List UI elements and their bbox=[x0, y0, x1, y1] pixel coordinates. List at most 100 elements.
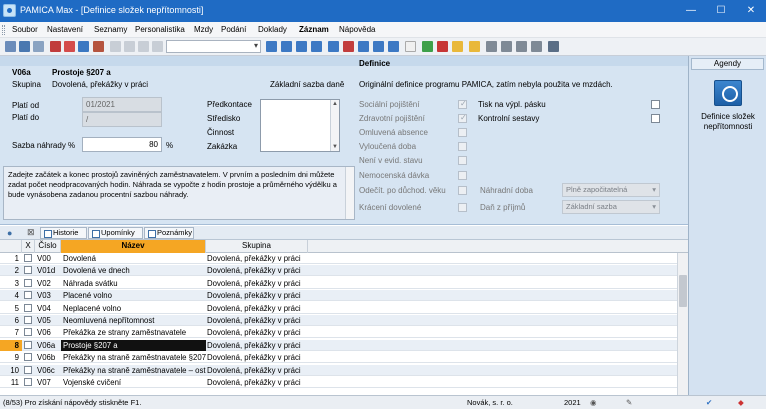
filter-clear-icon[interactable]: ⊠ bbox=[27, 227, 35, 238]
flag-checkbox[interactable] bbox=[458, 142, 467, 151]
pin-icon[interactable]: ● bbox=[7, 228, 12, 238]
control-checkbox[interactable] bbox=[651, 114, 660, 123]
menu-doklady[interactable]: Doklady bbox=[258, 25, 287, 34]
row-checkbox[interactable] bbox=[24, 254, 32, 262]
menu-soubor[interactable]: Soubor bbox=[12, 25, 38, 34]
window-icon[interactable] bbox=[486, 41, 497, 52]
row-checkbox[interactable] bbox=[24, 278, 32, 287]
table-row[interactable]: 2 V01d Dovolená ve dnech Dovolená, překážky… bbox=[0, 265, 677, 277]
alert-icon[interactable]: ◆ bbox=[738, 398, 744, 407]
agendy-header[interactable]: Agendy bbox=[691, 58, 764, 70]
ok-icon[interactable]: ✔ bbox=[706, 398, 712, 407]
menu-napoveda[interactable]: Nápověda bbox=[339, 25, 375, 34]
flag-checkbox[interactable] bbox=[458, 186, 467, 195]
paste-icon[interactable] bbox=[152, 41, 163, 52]
row-checkbox[interactable] bbox=[24, 365, 32, 374]
row-checkbox[interactable] bbox=[24, 266, 32, 275]
scroll-down-icon[interactable]: ▼ bbox=[332, 144, 338, 150]
row-checkbox[interactable] bbox=[24, 291, 32, 300]
table-row[interactable]: 9 V06b Překážky na straně zaměstnavatele §… bbox=[0, 352, 677, 364]
globe-icon[interactable]: ◉ bbox=[590, 398, 597, 407]
menu-nastaveni[interactable]: Nastavení bbox=[47, 25, 83, 34]
table-row[interactable]: 7 V06 Překážka ze strany zaměstnavatele Dov… bbox=[0, 327, 677, 339]
menu-seznamy[interactable]: Seznamy bbox=[94, 25, 127, 34]
next-record-icon[interactable] bbox=[296, 41, 307, 52]
first-record-icon[interactable] bbox=[266, 41, 277, 52]
col-code[interactable]: Číslo bbox=[35, 240, 61, 253]
save-as-icon[interactable] bbox=[124, 41, 135, 52]
menu-podani[interactable]: Podání bbox=[221, 25, 246, 34]
table-row[interactable]: 6 V05 Neomluvená nepřítomnost Dovolená, pře… bbox=[0, 315, 677, 326]
flag-checkbox[interactable] bbox=[458, 203, 467, 212]
pen-icon[interactable]: ✎ bbox=[626, 398, 632, 407]
flag-checkbox[interactable] bbox=[458, 156, 467, 165]
col-group[interactable]: Skupina bbox=[206, 240, 308, 253]
row-checkbox[interactable] bbox=[24, 353, 32, 362]
menu-zaznam[interactable]: Záznam bbox=[299, 25, 329, 34]
minimize-button[interactable]: — bbox=[676, 0, 706, 22]
dan-select[interactable]: Základní sazba bbox=[562, 200, 660, 214]
cancel-icon[interactable] bbox=[388, 41, 399, 52]
delete-icon[interactable] bbox=[93, 41, 104, 52]
print-icon[interactable] bbox=[78, 41, 89, 52]
table-scrollbar[interactable] bbox=[677, 253, 688, 395]
flag-checkbox[interactable] bbox=[458, 113, 467, 123]
col-x[interactable]: X bbox=[22, 240, 35, 253]
nahradni-doba-select[interactable]: Plně započitatelná bbox=[562, 183, 660, 197]
note-scrollbar[interactable] bbox=[345, 167, 354, 219]
link-icon[interactable] bbox=[19, 41, 30, 52]
columns-icon[interactable] bbox=[531, 41, 542, 52]
last-record-icon[interactable] bbox=[311, 41, 322, 52]
edit-record-icon[interactable] bbox=[358, 41, 369, 52]
menu-mzdy[interactable]: Mzdy bbox=[194, 25, 213, 34]
tab-poznamky[interactable]: Poznámky bbox=[144, 227, 194, 239]
flag-checkbox[interactable] bbox=[458, 171, 467, 180]
grid-icon[interactable] bbox=[5, 41, 16, 52]
agendy-item-label[interactable]: Definice složek nepřítomnosti bbox=[691, 112, 765, 132]
sazba-field[interactable]: 80 bbox=[82, 137, 162, 152]
new-record-icon[interactable] bbox=[328, 41, 339, 52]
accounting-listbox[interactable]: ▲ ▼ bbox=[260, 99, 340, 152]
delete-record-icon[interactable] bbox=[343, 41, 354, 52]
prev-record-icon[interactable] bbox=[281, 41, 292, 52]
table-row[interactable]: 1 V00 Dovolená Dovolená, překážky v práci bbox=[0, 253, 677, 264]
table-row[interactable]: 3 V02 Náhrada svátku Dovolená, překážky v p… bbox=[0, 278, 677, 289]
print-checkbox[interactable] bbox=[651, 100, 660, 109]
row-checkbox[interactable] bbox=[24, 303, 32, 312]
menu-personalistika[interactable]: Personalistika bbox=[135, 25, 185, 34]
close-button[interactable]: ✕ bbox=[736, 0, 766, 22]
table-row[interactable]: 8 V06a Prostoje §207 a Dovolená, překážky v… bbox=[0, 339, 677, 351]
folder-open-icon[interactable] bbox=[469, 41, 480, 52]
report-icon[interactable] bbox=[64, 41, 75, 52]
tab-upominky[interactable]: Upomínky bbox=[88, 227, 143, 239]
row-checkbox[interactable] bbox=[24, 378, 32, 386]
valid-to-field[interactable]: / bbox=[82, 112, 162, 127]
flag-checkbox[interactable] bbox=[458, 99, 467, 109]
maximize-button[interactable]: ☐ bbox=[706, 0, 736, 22]
table-row[interactable]: 4 V03 Placené volno Dovolená, překážky v pr… bbox=[0, 290, 677, 302]
accept-icon[interactable] bbox=[373, 41, 384, 52]
layout-icon[interactable] bbox=[516, 41, 527, 52]
row-checkbox[interactable] bbox=[24, 328, 32, 337]
toolbar-combo[interactable] bbox=[166, 40, 261, 53]
absence-definition-icon[interactable] bbox=[714, 80, 742, 106]
save-icon[interactable] bbox=[110, 41, 121, 52]
view-icon[interactable] bbox=[501, 41, 512, 52]
flag-checkbox[interactable] bbox=[458, 128, 467, 137]
scroll-up-icon[interactable]: ▲ bbox=[332, 101, 338, 107]
settings-icon[interactable] bbox=[548, 41, 559, 52]
valid-from-field[interactable]: 01/2021 bbox=[82, 97, 162, 112]
scrollbar-thumb[interactable] bbox=[679, 275, 687, 307]
col-name[interactable]: Název bbox=[61, 240, 206, 253]
copy-icon[interactable] bbox=[138, 41, 149, 52]
pdf-icon[interactable] bbox=[50, 41, 61, 52]
calculator-icon[interactable] bbox=[405, 41, 416, 52]
tab-historie[interactable]: Historie bbox=[40, 227, 87, 239]
row-checkbox[interactable] bbox=[24, 316, 32, 324]
row-checkbox[interactable] bbox=[24, 340, 32, 349]
filter-icon[interactable] bbox=[422, 41, 433, 52]
listbox-scrollbar[interactable]: ▲ ▼ bbox=[330, 100, 339, 151]
table-row[interactable]: 10 V06c Překážky na straně zaměstnavatele … bbox=[0, 364, 677, 376]
tools-icon[interactable] bbox=[33, 41, 44, 52]
filter-off-icon[interactable] bbox=[437, 41, 448, 52]
